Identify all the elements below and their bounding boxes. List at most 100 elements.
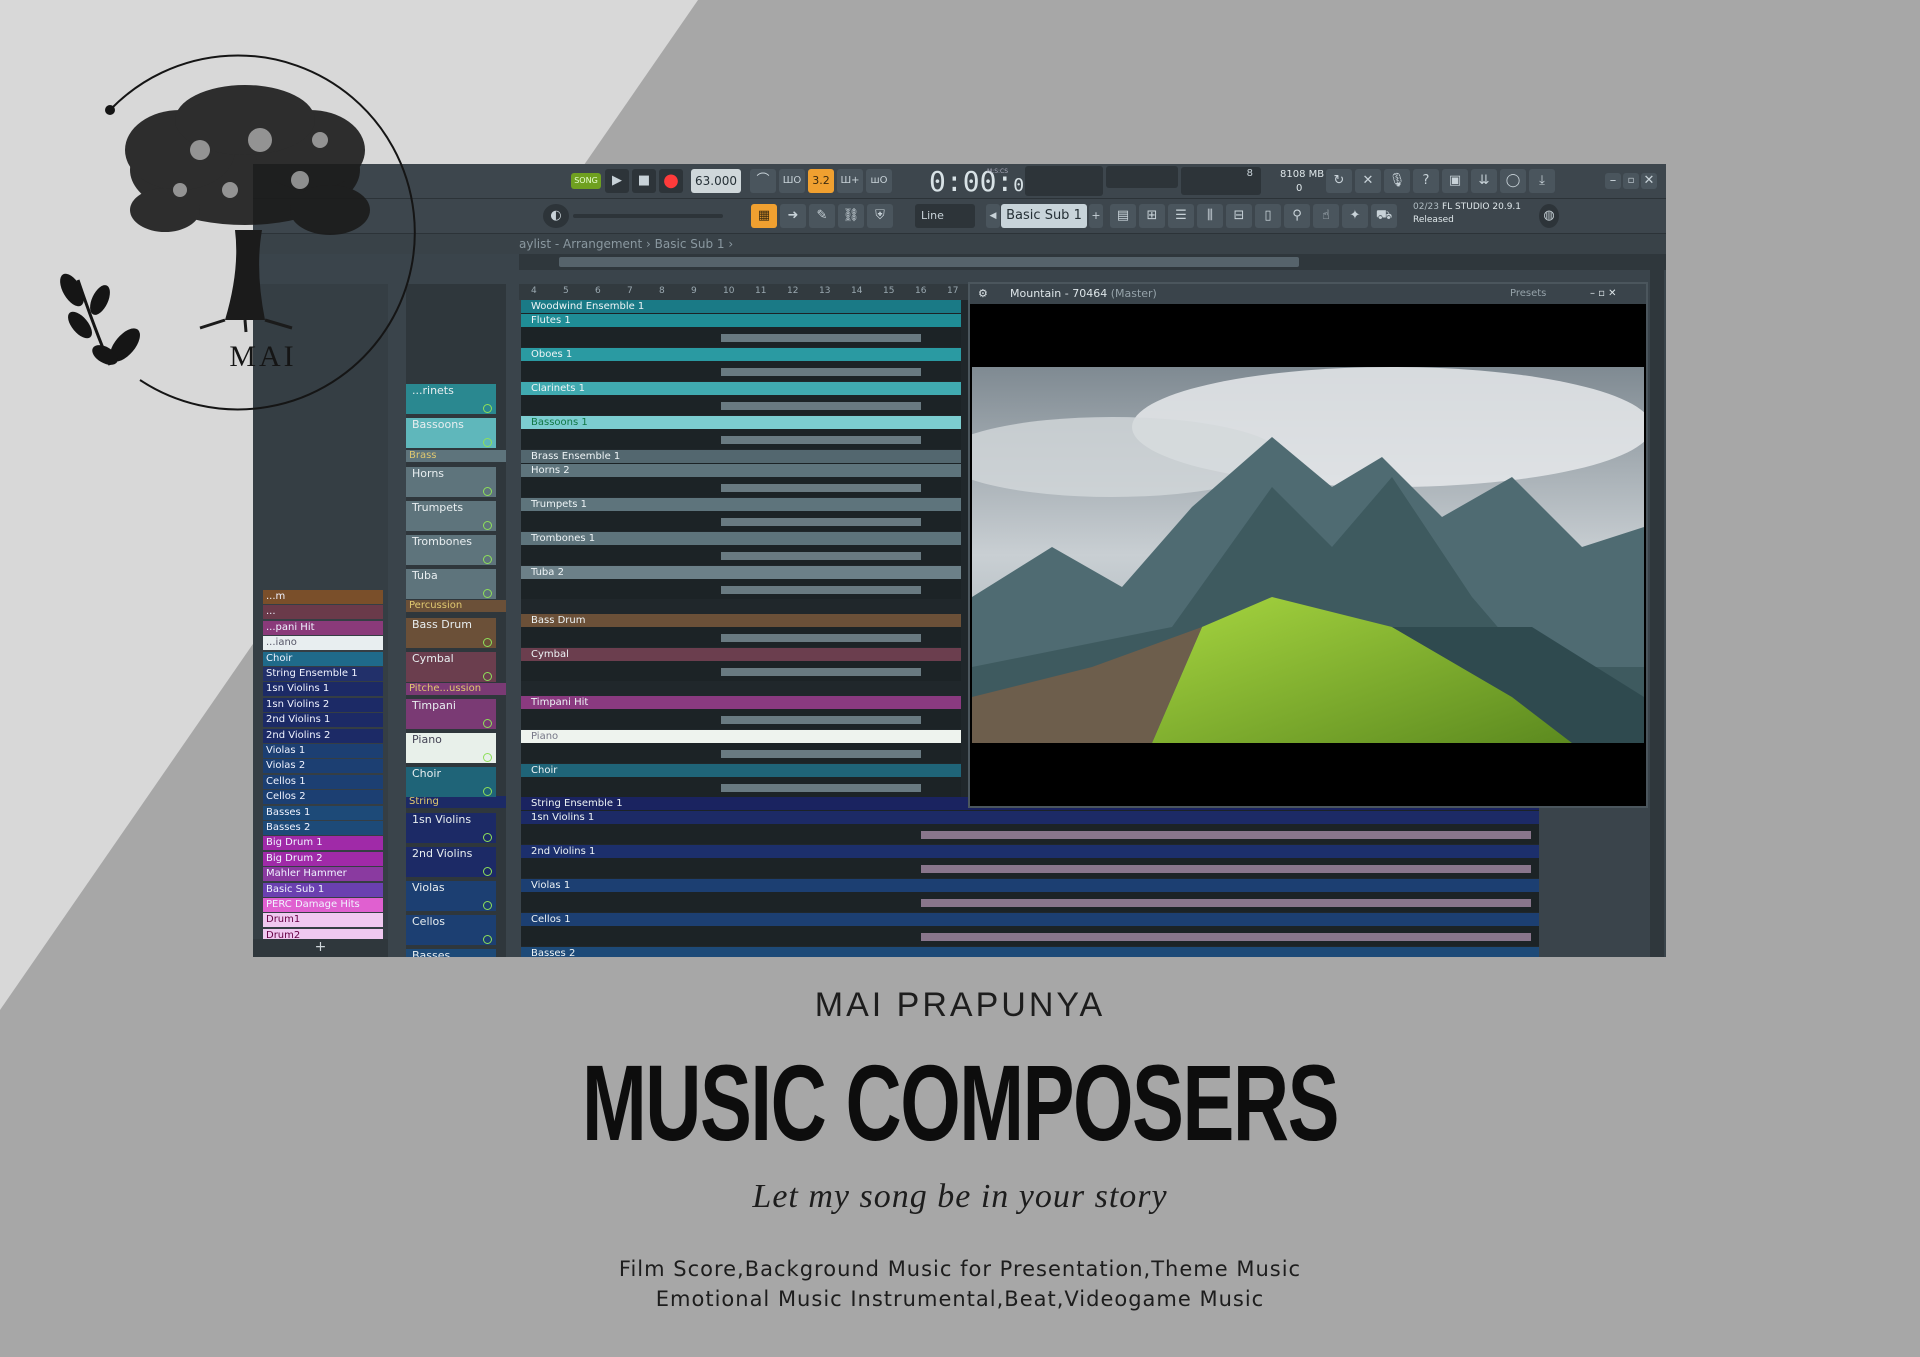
- arrow-icon[interactable]: ➜: [780, 204, 806, 228]
- playlist-clip[interactable]: Horns 2: [521, 464, 961, 477]
- track-enable-icon[interactable]: [483, 438, 492, 447]
- playlist-clip[interactable]: Trombones 1: [521, 532, 961, 545]
- track-header[interactable]: 2nd Violins: [406, 847, 496, 877]
- channel-item[interactable]: Basses 1: [263, 805, 383, 820]
- prev-pattern-icon[interactable]: ◀: [986, 204, 1000, 228]
- playlist-clip[interactable]: Woodwind Ensemble 1: [521, 300, 961, 313]
- song-mode-badge[interactable]: SONG: [571, 173, 601, 189]
- piano-roll-icon[interactable]: ⊞: [1139, 204, 1165, 228]
- playlist-icon[interactable]: ▦: [751, 204, 777, 228]
- playlist-clip[interactable]: Bass Drum: [521, 614, 961, 627]
- channel-item[interactable]: Big Drum 1: [263, 836, 383, 851]
- fx-icon[interactable]: ✕: [1355, 169, 1381, 193]
- playlist-view-icon[interactable]: ▤: [1110, 204, 1136, 228]
- track-enable-icon[interactable]: [483, 589, 492, 598]
- track-group-header[interactable]: Pitche...ussion: [406, 683, 506, 695]
- browser-icon[interactable]: ⊟: [1226, 204, 1252, 228]
- channel-item[interactable]: Drum1: [263, 913, 383, 928]
- channel-rack-icon[interactable]: ☰: [1168, 204, 1194, 228]
- vertical-scrollbar[interactable]: [1650, 270, 1664, 957]
- render-icon[interactable]: ⇊: [1471, 169, 1497, 193]
- track-enable-icon[interactable]: [483, 935, 492, 944]
- video-player-window[interactable]: Mountain - 70464 (Master) Presets ⚙ – ▫ …: [968, 282, 1648, 808]
- link-icon[interactable]: ⛓: [838, 204, 864, 228]
- countdown-icon[interactable]: 3.2: [808, 169, 834, 193]
- track-header[interactable]: Trombones: [406, 535, 496, 565]
- track-enable-icon[interactable]: [483, 521, 492, 530]
- wand-icon[interactable]: ✦: [1342, 204, 1368, 228]
- restore-icon[interactable]: ▫: [1623, 173, 1639, 189]
- track-header[interactable]: Cymbal: [406, 652, 496, 682]
- save-icon[interactable]: ▣: [1442, 169, 1468, 193]
- track-header[interactable]: Basses: [406, 949, 496, 957]
- channel-item[interactable]: Violas 2: [263, 759, 383, 774]
- playlist-clip[interactable]: Choir: [521, 764, 961, 777]
- playlist-clip[interactable]: 2nd Violins 1: [521, 845, 1539, 858]
- playlist-clip[interactable]: Timpani Hit: [521, 696, 961, 709]
- channel-item[interactable]: Basic Sub 1: [263, 882, 383, 897]
- playlist-clip[interactable]: Violas 1: [521, 879, 1539, 892]
- master-knob[interactable]: ◐: [543, 204, 569, 228]
- track-group-header[interactable]: String: [406, 796, 506, 808]
- track-group-header[interactable]: Brass: [406, 450, 506, 462]
- master-volume-slider[interactable]: [573, 214, 723, 218]
- record-button[interactable]: ●: [659, 169, 683, 193]
- track-header[interactable]: Bassoons: [406, 418, 496, 448]
- channel-item[interactable]: Big Drum 2: [263, 851, 383, 866]
- stamp-icon[interactable]: ⛨: [867, 204, 893, 228]
- track-header[interactable]: Bass Drum: [406, 618, 496, 648]
- horizontal-scrollbar[interactable]: [519, 254, 1666, 270]
- mixer-icon[interactable]: ⫼: [1197, 204, 1223, 228]
- playlist-clip[interactable]: Clarinets 1: [521, 382, 961, 395]
- track-enable-icon[interactable]: [483, 833, 492, 842]
- track-header[interactable]: Choir: [406, 767, 496, 797]
- channel-item[interactable]: ...: [263, 605, 383, 620]
- window-controls-icon[interactable]: – ▫ ✕: [1590, 284, 1617, 304]
- presets-label[interactable]: Presets: [1510, 284, 1546, 304]
- file-icon[interactable]: ▯: [1255, 204, 1281, 228]
- track-group-header[interactable]: Percussion: [406, 600, 506, 612]
- track-header[interactable]: Violas: [406, 881, 496, 911]
- channel-item[interactable]: 1sn Violins 2: [263, 697, 383, 712]
- playlist-clip[interactable]: Brass Ensemble 1: [521, 450, 961, 463]
- playlist-clip[interactable]: Piano: [521, 730, 961, 743]
- track-header[interactable]: Tuba: [406, 569, 496, 599]
- wait-icon[interactable]: ШO: [779, 169, 805, 193]
- step-edit-icon[interactable]: Ш+: [837, 169, 863, 193]
- plugin-icon[interactable]: ⚲: [1284, 204, 1310, 228]
- channel-item[interactable]: 2nd Violins 2: [263, 728, 383, 743]
- playlist-clip[interactable]: Oboes 1: [521, 348, 961, 361]
- touch-icon[interactable]: ☝: [1313, 204, 1339, 228]
- close-icon[interactable]: ✕: [1641, 173, 1657, 189]
- channel-item[interactable]: ...iano: [263, 636, 383, 651]
- channel-item[interactable]: 1sn Violins 1: [263, 682, 383, 697]
- track-enable-icon[interactable]: [483, 672, 492, 681]
- playlist-clip[interactable]: Basses 2: [521, 947, 1539, 957]
- globe-icon[interactable]: ◍: [1539, 204, 1559, 228]
- channel-item[interactable]: 2nd Violins 1: [263, 713, 383, 728]
- playlist-clip[interactable]: 1sn Violins 1: [521, 811, 1539, 824]
- stop-button[interactable]: ■: [632, 169, 656, 193]
- channel-item[interactable]: PERC Damage Hits: [263, 898, 383, 912]
- track-enable-icon[interactable]: [483, 638, 492, 647]
- track-enable-icon[interactable]: [483, 404, 492, 413]
- playlist-clip[interactable]: Bassoons 1: [521, 416, 961, 429]
- track-header[interactable]: Trumpets: [406, 501, 496, 531]
- track-enable-icon[interactable]: [483, 867, 492, 876]
- channel-item[interactable]: Mahler Hammer: [263, 867, 383, 882]
- channel-item[interactable]: Cellos 1: [263, 774, 383, 789]
- play-button[interactable]: ▶: [605, 169, 629, 193]
- track-header[interactable]: 1sn Violins: [406, 813, 496, 843]
- chat-icon[interactable]: ◯: [1500, 169, 1526, 193]
- track-enable-icon[interactable]: [483, 487, 492, 496]
- channel-item[interactable]: Cellos 2: [263, 790, 383, 805]
- refresh-icon[interactable]: ↻: [1326, 169, 1352, 193]
- add-pattern-icon[interactable]: +: [1089, 204, 1103, 228]
- add-channel-button[interactable]: +: [253, 939, 388, 957]
- track-enable-icon[interactable]: [483, 719, 492, 728]
- channel-item[interactable]: Violas 1: [263, 744, 383, 758]
- tempo-display[interactable]: 63.000: [691, 169, 741, 193]
- draw-icon[interactable]: ✎: [809, 204, 835, 228]
- minimize-icon[interactable]: –: [1605, 173, 1621, 189]
- playlist-clip[interactable]: Flutes 1: [521, 314, 961, 327]
